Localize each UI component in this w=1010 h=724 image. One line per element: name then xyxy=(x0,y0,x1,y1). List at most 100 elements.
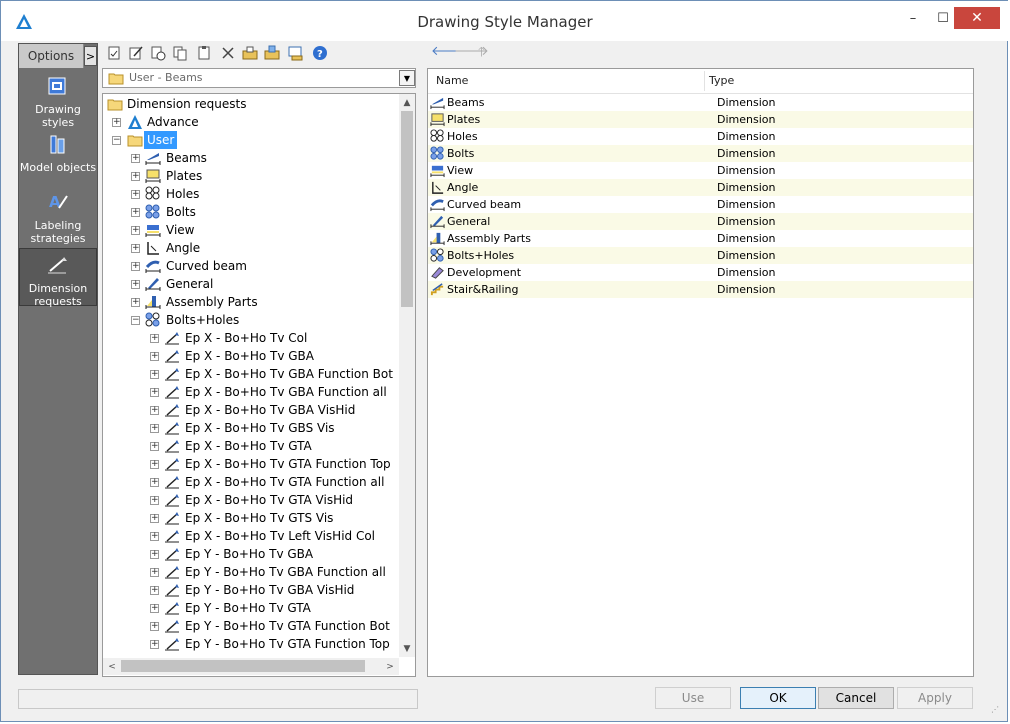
column-header-name[interactable]: Name xyxy=(436,74,468,87)
list-row-type: Dimension xyxy=(717,113,776,126)
dimension-request-icon xyxy=(165,512,179,525)
list-row-name: Curved beam xyxy=(447,198,522,211)
list-row[interactable]: General Dimension xyxy=(428,213,973,230)
dimension-request-icon xyxy=(165,530,179,543)
expand-icon[interactable]: + xyxy=(150,586,159,595)
expand-icon[interactable]: + xyxy=(112,118,121,127)
scroll-down-icon[interactable]: ▼ xyxy=(399,641,415,657)
tree-vertical-scroll-thumb[interactable] xyxy=(401,111,413,307)
close-button[interactable]: ✕ xyxy=(954,7,1000,29)
tree-horizontal-scroll-thumb[interactable] xyxy=(121,660,365,672)
expand-icon[interactable]: + xyxy=(150,622,159,631)
sidebar-item-labeling-strategies[interactable]: A Labeling strategies xyxy=(19,190,97,245)
expand-icon[interactable]: + xyxy=(150,568,159,577)
sidebar-item-drawing-styles[interactable]: Drawing styles xyxy=(19,74,97,129)
dimension-request-icon xyxy=(165,350,179,363)
list-row-type: Dimension xyxy=(717,249,776,262)
location-combo[interactable]: User - Beams ▼ xyxy=(102,68,416,88)
copy-icon[interactable] xyxy=(150,45,166,61)
expand-icon[interactable]: + xyxy=(131,298,140,307)
dimension-request-icon xyxy=(165,602,179,615)
list-row[interactable]: Angle Dimension xyxy=(428,179,973,196)
expand-icon[interactable]: + xyxy=(131,262,140,271)
scroll-up-icon[interactable]: ▲ xyxy=(399,95,415,111)
column-header-type[interactable]: Type xyxy=(709,74,734,87)
expand-icon[interactable]: + xyxy=(150,550,159,559)
ok-button[interactable]: OK xyxy=(740,687,816,709)
edit-icon[interactable] xyxy=(128,45,144,61)
expand-icon[interactable]: + xyxy=(150,370,159,379)
expand-icon[interactable]: + xyxy=(131,226,140,235)
scroll-right-icon[interactable]: > xyxy=(382,659,398,675)
paste-icon[interactable] xyxy=(196,45,212,61)
list-row[interactable]: Assembly Parts Dimension xyxy=(428,230,973,247)
help-icon[interactable]: ? xyxy=(312,45,328,61)
column-separator[interactable] xyxy=(704,71,705,91)
list-row[interactable]: View Dimension xyxy=(428,162,973,179)
new-icon[interactable] xyxy=(106,45,122,61)
expand-icon[interactable]: + xyxy=(150,514,159,523)
sidebar-item-model-objects[interactable]: Model objects xyxy=(19,132,97,174)
expand-icon[interactable]: + xyxy=(150,496,159,505)
title-bar: Drawing Style Manager – ☐ ✕ xyxy=(1,1,1009,41)
list-row[interactable]: Bolts+Holes Dimension xyxy=(428,247,973,264)
export-icon[interactable] xyxy=(264,45,280,61)
list-row[interactable]: Bolts Dimension xyxy=(428,145,973,162)
combo-dropdown-button[interactable]: ▼ xyxy=(399,70,415,86)
dimension-request-icon xyxy=(165,458,179,471)
drawing-styles-icon xyxy=(48,77,66,95)
view-icon xyxy=(145,225,161,237)
list-row[interactable]: Development Dimension xyxy=(428,264,973,281)
expand-icon[interactable]: + xyxy=(150,352,159,361)
curved-beam-icon xyxy=(145,260,161,273)
expand-icon[interactable]: + xyxy=(150,604,159,613)
expand-icon[interactable]: + xyxy=(150,460,159,469)
minimize-button[interactable]: – xyxy=(896,7,930,29)
expand-icon[interactable]: + xyxy=(131,154,140,163)
resize-grip-icon[interactable]: ⋰ xyxy=(991,705,999,714)
list-row[interactable]: Plates Dimension xyxy=(428,111,973,128)
list-row[interactable]: Holes Dimension xyxy=(428,128,973,145)
expand-icon[interactable]: + xyxy=(150,406,159,415)
options-tab[interactable]: Options xyxy=(19,44,84,68)
sidebar-expand-button[interactable]: > xyxy=(84,46,97,66)
list-row-name: Development xyxy=(447,266,522,279)
collapse-icon[interactable]: − xyxy=(112,136,121,145)
assembly-parts-icon xyxy=(145,296,161,309)
minimize-icon: – xyxy=(909,10,917,26)
scroll-left-icon[interactable]: < xyxy=(104,659,120,675)
bolts-icon xyxy=(145,204,160,219)
cancel-button[interactable]: Cancel xyxy=(818,687,894,709)
expand-icon[interactable]: + xyxy=(131,244,140,253)
expand-icon[interactable]: + xyxy=(150,640,159,649)
use-button[interactable]: Use xyxy=(655,687,731,709)
expand-icon[interactable]: + xyxy=(131,190,140,199)
view-icon xyxy=(430,165,445,178)
development-icon xyxy=(431,267,444,279)
apply-button[interactable]: Apply xyxy=(897,687,973,709)
list-row[interactable]: Beams Dimension xyxy=(428,94,973,111)
sidebar-item-dimension-requests[interactable]: Dimension requests xyxy=(19,248,97,308)
list-row[interactable]: Curved beam Dimension xyxy=(428,196,973,213)
up-arrow-icon[interactable]: 🡑 xyxy=(478,43,485,65)
expand-icon[interactable]: + xyxy=(150,442,159,451)
expand-icon[interactable]: + xyxy=(150,388,159,397)
selected-tree-label: User xyxy=(144,131,178,149)
list-row-name: Holes xyxy=(447,130,478,143)
list-row-type: Dimension xyxy=(717,198,776,211)
expand-icon[interactable]: + xyxy=(131,280,140,289)
expand-icon[interactable]: + xyxy=(150,424,159,433)
expand-icon[interactable]: + xyxy=(131,208,140,217)
list-row-name: Assembly Parts xyxy=(447,232,531,245)
list-row[interactable]: Stair&Railing Dimension xyxy=(428,281,973,298)
expand-icon[interactable]: + xyxy=(150,478,159,487)
expand-icon[interactable]: + xyxy=(131,172,140,181)
import-icon[interactable] xyxy=(242,45,258,61)
delete-icon[interactable] xyxy=(220,45,236,61)
preview-icon[interactable] xyxy=(288,45,304,61)
collapse-icon[interactable]: − xyxy=(131,316,140,325)
duplicate-icon[interactable] xyxy=(172,45,188,61)
sidebar-item-label: Labeling strategies xyxy=(30,219,86,245)
expand-icon[interactable]: + xyxy=(150,532,159,541)
expand-icon[interactable]: + xyxy=(150,334,159,343)
